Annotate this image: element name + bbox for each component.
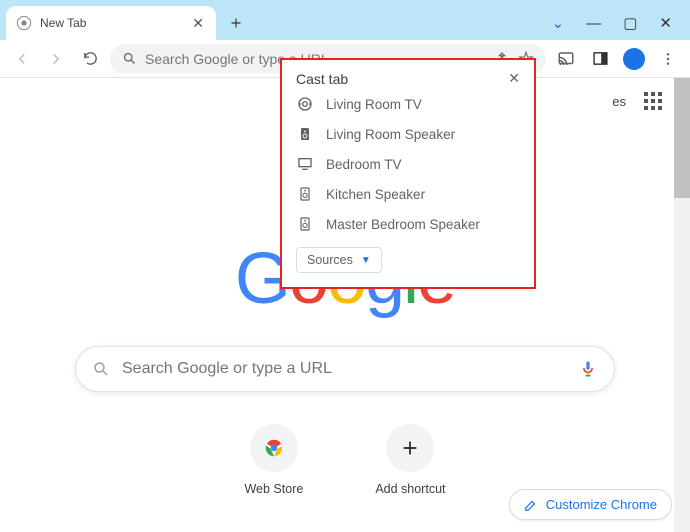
reload-button[interactable] <box>76 45 104 73</box>
plus-icon <box>229 16 243 30</box>
cast-close-icon[interactable]: ✕ <box>508 70 520 87</box>
window-controls: ⌄ — ▢ ✕ <box>552 14 690 40</box>
maximize-button[interactable]: ▢ <box>623 14 637 32</box>
search-icon <box>122 51 137 66</box>
profile-button[interactable] <box>620 45 648 73</box>
cast-device[interactable]: Living Room TV <box>296 95 520 113</box>
back-button[interactable] <box>8 45 36 73</box>
customize-chrome-button[interactable]: Customize Chrome <box>509 489 672 520</box>
cast-popup-title: Cast tab <box>296 71 348 87</box>
scrollbar[interactable] <box>674 78 690 532</box>
plus-icon <box>400 438 420 458</box>
search-box[interactable] <box>75 346 615 392</box>
chromecast-icon <box>296 95 314 113</box>
title-bar: New Tab ✕ ⌄ — ▢ ✕ <box>0 0 690 40</box>
cast-popup: Cast tab ✕ Living Room TV Living Room Sp… <box>280 58 536 289</box>
new-tab-button[interactable] <box>222 9 250 37</box>
shortcut-web-store[interactable]: Web Store <box>244 424 303 496</box>
shortcut-label: Add shortcut <box>375 482 445 496</box>
forward-button[interactable] <box>42 45 70 73</box>
close-window-button[interactable]: ✕ <box>659 14 672 32</box>
scrollbar-thumb[interactable] <box>674 78 690 198</box>
dropdown-triangle-icon: ▼ <box>361 255 371 266</box>
speaker-box-icon <box>296 215 314 233</box>
cast-toolbar-icon[interactable] <box>552 45 580 73</box>
cast-device-list: Living Room TV Living Room Speaker Bedro… <box>296 95 520 233</box>
speaker-box-icon <box>296 185 314 203</box>
cast-sources-button[interactable]: Sources ▼ <box>296 247 382 273</box>
shortcut-add[interactable]: Add shortcut <box>375 424 445 496</box>
shortcuts-row: Web Store Add shortcut <box>0 424 690 496</box>
chrome-favicon <box>16 15 32 31</box>
tv-icon <box>296 155 314 173</box>
top-right-links: es <box>612 92 662 110</box>
tab-close-icon[interactable]: ✕ <box>192 15 204 32</box>
browser-tab[interactable]: New Tab ✕ <box>6 6 216 40</box>
menu-button[interactable] <box>654 45 682 73</box>
pencil-icon <box>524 498 538 512</box>
tab-title: New Tab <box>40 16 192 30</box>
avatar-icon <box>623 48 645 70</box>
shortcut-label: Web Store <box>244 482 303 496</box>
speaker-icon <box>296 125 314 143</box>
search-input[interactable] <box>122 360 566 378</box>
side-panel-icon[interactable] <box>586 45 614 73</box>
search-icon <box>92 360 110 378</box>
cast-device[interactable]: Kitchen Speaker <box>296 185 520 203</box>
minimize-button[interactable]: — <box>586 15 601 32</box>
cast-device[interactable]: Living Room Speaker <box>296 125 520 143</box>
cast-device[interactable]: Master Bedroom Speaker <box>296 215 520 233</box>
apps-grid-icon[interactable] <box>644 92 662 110</box>
images-link-fragment[interactable]: es <box>612 94 626 109</box>
voice-search-icon[interactable] <box>578 359 598 379</box>
webstore-icon <box>263 437 285 459</box>
dropdown-caret-icon[interactable]: ⌄ <box>552 14 565 32</box>
cast-device[interactable]: Bedroom TV <box>296 155 520 173</box>
